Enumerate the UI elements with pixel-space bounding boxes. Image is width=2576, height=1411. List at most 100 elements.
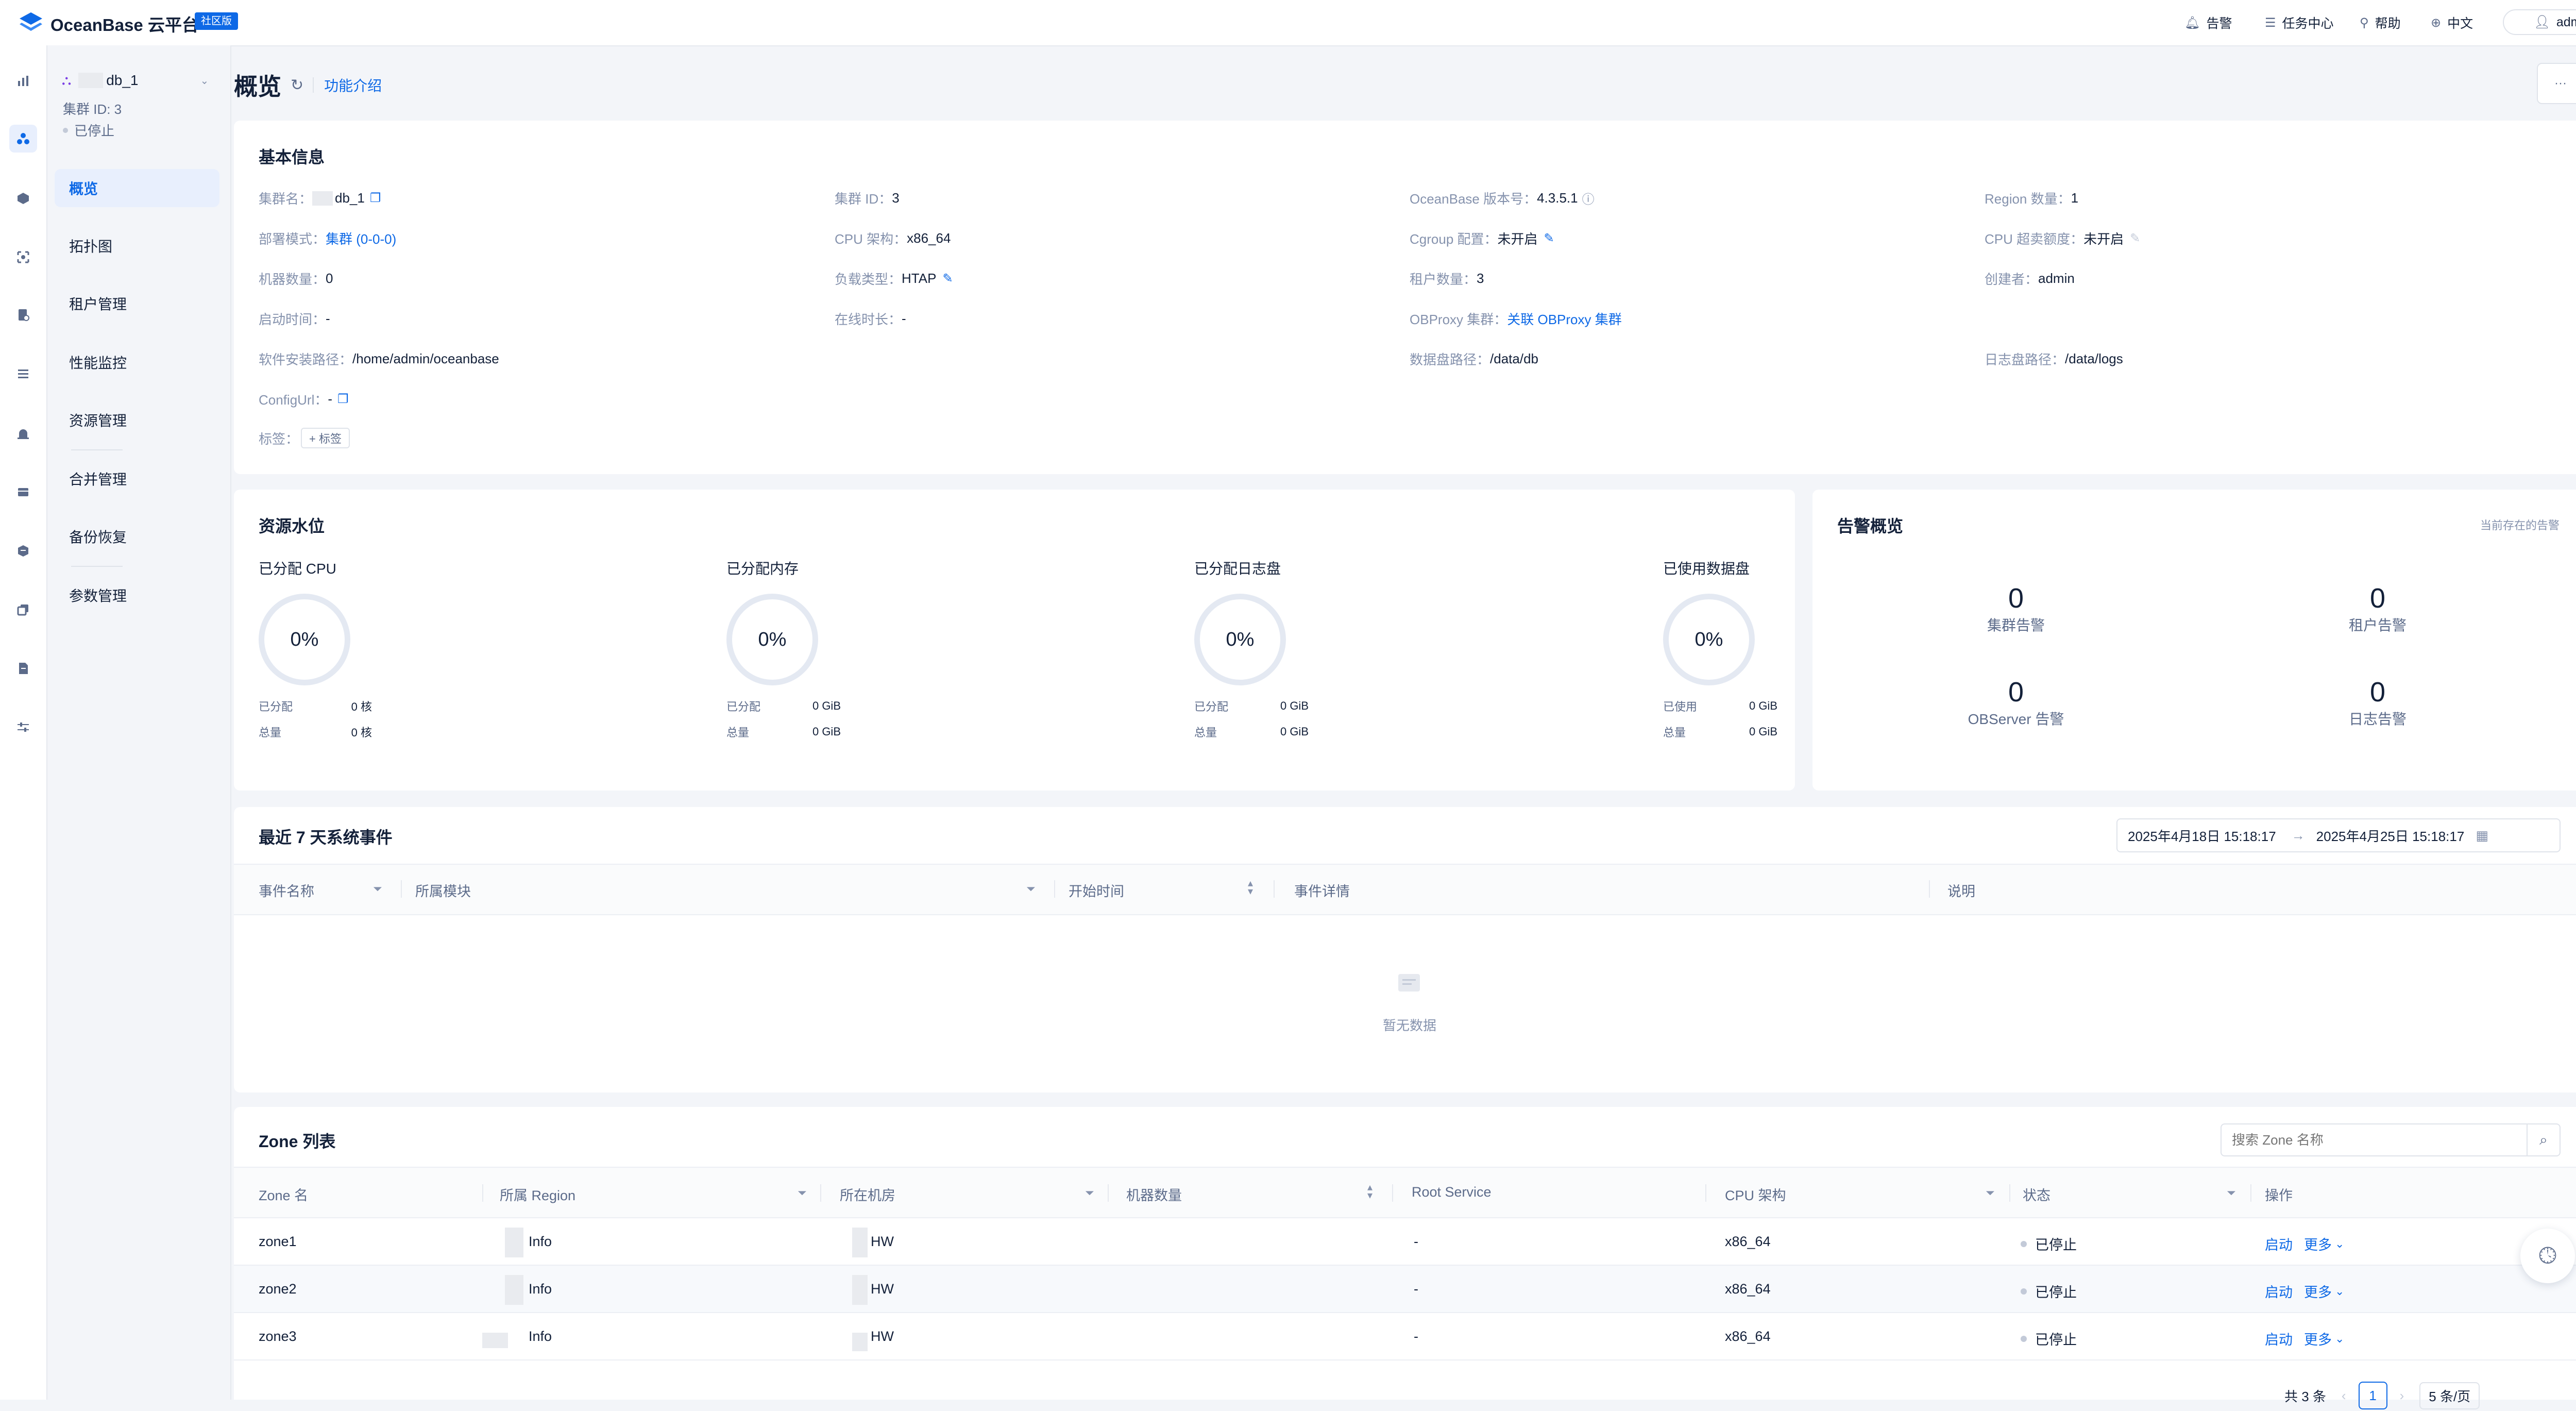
more-actions-button[interactable]: ··· (2537, 63, 2576, 104)
date-range-picker[interactable]: 2025年4月18日 15:18:17 → 2025年4月25日 15:18:1… (2116, 818, 2561, 852)
alerts-menu[interactable]: 🔔︎ 告警 (2184, 0, 2232, 45)
sort-icon[interactable]: ▴ ▾ (1367, 1182, 1372, 1201)
tenant-alert-stat[interactable]: 0 租户告警 (2285, 582, 2470, 635)
table-row[interactable]: zone2 Info HW - x86_64 已停止 启动 更多 ⌄ (234, 1266, 2576, 1312)
range-end[interactable]: 2025年4月25日 15:18:17 (2316, 826, 2465, 845)
document-icon[interactable] (9, 654, 37, 682)
add-tag-button[interactable]: + 标签 (301, 428, 350, 448)
filter-icon[interactable]: ⏷ (1085, 1186, 1094, 1200)
resource-label: 已分配日志盘 (1194, 561, 1281, 577)
package-icon[interactable] (9, 478, 37, 506)
events-title: 最近 7 天系统事件 (259, 828, 393, 847)
alarm-icon[interactable] (9, 419, 37, 447)
link-obproxy-link[interactable]: 关联 OBProxy 集群 (1507, 309, 1621, 328)
resource-cpu: 已分配 CPU 0% 已分配 0 核 总量 0 核 (259, 558, 465, 740)
deploy-mode-field: 部署模式： 集群 (0-0-0) (259, 229, 396, 248)
creator-field: 创建者： admin (1985, 269, 2075, 288)
monitor-chart-icon[interactable] (9, 67, 37, 95)
search-button[interactable]: ⌕ (2527, 1124, 2560, 1155)
cluster-icon[interactable] (9, 125, 37, 153)
chevron-down-icon[interactable]: ⌄ (2335, 1237, 2344, 1251)
start-zone-link[interactable]: 启动 (2265, 1234, 2293, 1254)
page-1-button[interactable]: 1 (2358, 1382, 2387, 1409)
oceanbase-logo-icon[interactable] (18, 10, 44, 35)
column-divider (2009, 1184, 2010, 1202)
user-menu[interactable]: 👤︎ admin (2503, 9, 2576, 35)
help-circle-icon[interactable]: ⓘ (1582, 189, 1595, 207)
next-page-icon[interactable]: › (2400, 1388, 2404, 1404)
feature-intro-link[interactable]: 功能介绍 (324, 75, 382, 95)
nav-resource-management[interactable]: 资源管理 (55, 401, 219, 439)
proxy-icon[interactable] (9, 243, 37, 271)
page-size-select[interactable]: 5 条/页 (2419, 1382, 2480, 1409)
redacted-text (505, 1275, 523, 1305)
chevron-down-icon[interactable]: ⌄ (2335, 1332, 2344, 1346)
alert-label: 日志告警 (2348, 711, 2406, 727)
start-time-field: 启动时间： - (259, 309, 330, 328)
app-title: OceanBase 云平台 (50, 15, 199, 35)
filter-icon[interactable]: ⏷ (1026, 882, 1036, 896)
field-label: 机器数量： (259, 272, 326, 287)
tasks-menu[interactable]: ☰ 任务中心 (2265, 0, 2334, 45)
table-row[interactable]: zone3 Info HW - x86_64 已停止 启动 更多 ⌄ (234, 1313, 2576, 1359)
col-description: 说明 (1947, 884, 1975, 899)
nav-topology[interactable]: 拓扑图 (55, 227, 219, 265)
nav-tenant-management[interactable]: 租户管理 (55, 284, 219, 323)
sort-icon[interactable]: ▴ ▾ (1248, 878, 1253, 897)
column-divider (1705, 1184, 1706, 1202)
tags-field: 标签： + 标签 (259, 428, 350, 448)
more-actions-link[interactable]: 更多 (2304, 1234, 2332, 1254)
nav-parameter-management[interactable]: 参数管理 (55, 576, 219, 614)
copy-icon[interactable] (9, 596, 37, 624)
usage-donut: 0% (1194, 594, 1286, 685)
field-label: 负载类型： (835, 272, 902, 287)
filter-icon[interactable]: ⏷ (373, 882, 382, 896)
stat-label: 已分配 (1194, 700, 1229, 713)
cluster-alert-stat[interactable]: 0 集群告警 (1923, 582, 2109, 635)
stat-value: 0 GiB (1749, 699, 1777, 712)
col-machine-count: 机器数量 (1126, 1188, 1182, 1203)
cluster-selector[interactable]: ⛬ db_1 ⌄ (62, 72, 209, 89)
help-menu[interactable]: ⚲ 帮助 (2360, 0, 2401, 45)
zone-status: 已停止 (2021, 1234, 2077, 1254)
range-start[interactable]: 2025年4月18日 15:18:17 (2128, 826, 2276, 845)
filter-icon[interactable]: ⏷ (1986, 1186, 1995, 1200)
filter-icon[interactable]: ⏷ (2227, 1186, 2236, 1200)
field-value: /data/logs (2065, 351, 2123, 366)
filter-icon[interactable]: ⏷ (798, 1186, 807, 1200)
list-icon[interactable] (9, 360, 37, 388)
nav-merge-management[interactable]: 合并管理 (55, 460, 219, 498)
edit-icon[interactable]: ✎ (1544, 231, 1554, 246)
more-actions-link[interactable]: 更多 (2304, 1281, 2332, 1301)
table-row[interactable]: zone1 Info HW - x86_64 已停止 启动 更多 ⌄ (234, 1218, 2576, 1265)
log-alert-stat[interactable]: 0 日志告警 (2285, 676, 2470, 729)
copy-icon[interactable]: ❐ (337, 392, 349, 407)
observer-alert-stat[interactable]: 0 OBServer 告警 (1923, 676, 2109, 729)
nav-overview[interactable]: 概览 (55, 169, 219, 207)
settings-sliders-icon[interactable] (9, 713, 37, 741)
chevron-down-icon[interactable]: ⌄ (2335, 1285, 2344, 1298)
nav-backup-restore[interactable]: 备份恢复 (55, 517, 219, 556)
zone-search-input[interactable] (2222, 1125, 2527, 1155)
backup-icon[interactable] (9, 301, 37, 329)
start-zone-link[interactable]: 启动 (2265, 1281, 2293, 1301)
deploy-mode-link[interactable]: 集群 (0-0-0) (326, 229, 396, 248)
copy-icon[interactable]: ❐ (370, 191, 381, 206)
tenant-icon[interactable] (9, 184, 37, 212)
prev-page-icon[interactable]: ‹ (2342, 1388, 2346, 1404)
language-menu[interactable]: ⊕ 中文 (2431, 0, 2473, 45)
field-value: - (902, 311, 906, 326)
security-icon[interactable] (9, 537, 37, 565)
start-zone-link[interactable]: 启动 (2265, 1329, 2293, 1349)
nav-performance-monitoring[interactable]: 性能监控 (55, 343, 219, 381)
field-value: x86_64 (907, 230, 951, 246)
current-alerts-link[interactable]: 当前存在的告警 (2480, 516, 2560, 533)
history-clock-icon[interactable]: 🕓︎ (2520, 1229, 2575, 1283)
online-duration-field: 在线时长： - (835, 309, 906, 328)
bell-icon: 🔔︎ (2184, 15, 2200, 30)
status-dot (63, 127, 68, 133)
edit-icon[interactable]: ✎ (942, 271, 953, 286)
more-actions-link[interactable]: 更多 (2304, 1329, 2332, 1349)
refresh-icon[interactable]: ↻ (291, 76, 303, 94)
zone-actions: 启动 更多 ⌄ (2265, 1329, 2344, 1349)
